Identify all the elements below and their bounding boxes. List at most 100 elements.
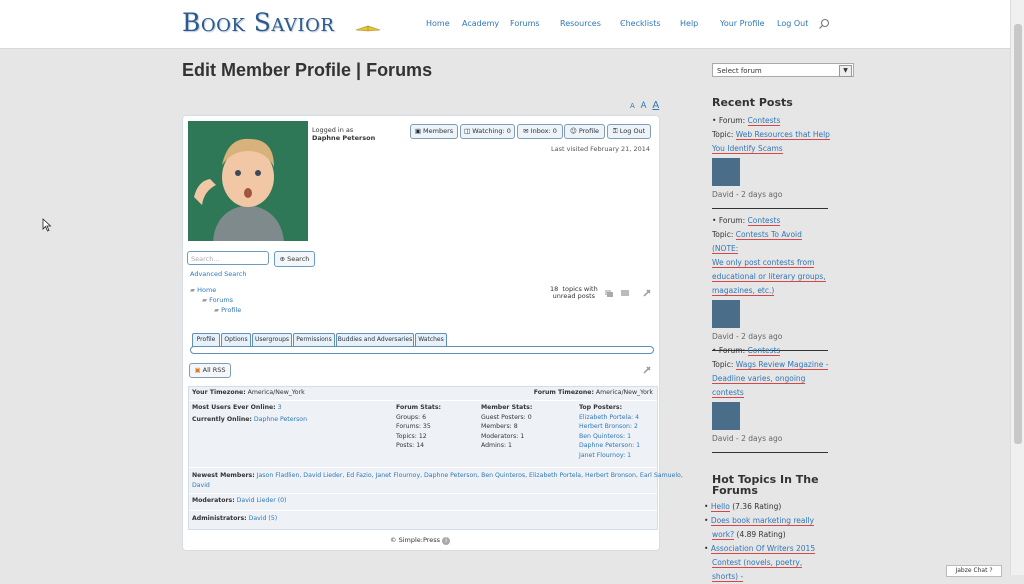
post-topic-link[interactable]: We only post contests from (712, 258, 815, 268)
info-icon[interactable]: i (442, 537, 451, 545)
logout-button[interactable]: ⚿ Log Out (607, 124, 651, 139)
scrollbar-thumb[interactable] (1014, 24, 1022, 444)
post-meta: David - 2 days ago (712, 190, 783, 199)
divider (712, 452, 828, 453)
members-icon: ▣ (414, 127, 424, 135)
tab-profile[interactable]: Profile (192, 333, 220, 347)
post-meta: David - 2 days ago (712, 332, 783, 341)
key-icon: ⚿ (612, 127, 620, 135)
advanced-search-link[interactable]: Advanced Search (190, 270, 247, 278)
divider (189, 493, 657, 494)
profile-icon: ☺ (569, 127, 579, 135)
envelope-icon: ✉ (523, 127, 531, 135)
forum-timezone: Forum Timezone: America/New_York (533, 389, 653, 396)
inbox-button[interactable]: ✉ Inbox: 0 (517, 124, 563, 139)
hot-topics-list: • Hello (7.36 Rating) • Does book market… (704, 502, 816, 582)
recent-post: • Forum: Contests Topic: Web Resources t… (712, 114, 830, 209)
hot-topic-link[interactable]: Association Of Writers 2015 (710, 544, 816, 554)
search-icon: ⊕ (279, 255, 288, 263)
profile-button[interactable]: ☺ Profile (564, 124, 605, 139)
new-posts-icon[interactable] (620, 288, 630, 298)
chevron-down-icon: ▼ (839, 65, 852, 77)
avatar (712, 402, 740, 430)
top-posters-block: Top Posters: Elizabeth Portela: 4 Herber… (579, 404, 641, 459)
watching-button[interactable]: ◫ Watching: 0 (460, 124, 515, 139)
all-rss-button[interactable]: ▣ All RSS (189, 363, 231, 378)
font-medium-button[interactable]: A (641, 101, 647, 111)
unread-topics[interactable]: 18 topics with unread posts (550, 286, 598, 300)
post-forum-link[interactable]: Contests (747, 116, 781, 126)
mouse-cursor-icon (42, 218, 52, 232)
hot-topic-link[interactable]: Does book marketing really (710, 516, 815, 526)
tab-options[interactable]: Options (221, 333, 251, 347)
chevron-down-icon: ⌄ (510, 19, 516, 26)
forum-panel: Logged in as Daphne Peterson ▣ Members ◫… (182, 115, 683, 551)
newest-members: Newest Members: Jason Fladlien, David Li… (192, 472, 683, 489)
members-button[interactable]: ▣ Members (410, 124, 458, 139)
chat-widget-button[interactable]: Jabze Chat ? (946, 565, 1002, 577)
page-title: Edit Member Profile | Forums (182, 60, 433, 80)
chevron-down-icon: ⌄ (560, 19, 566, 26)
pin-icon[interactable] (642, 288, 652, 298)
recent-post: • Forum: Contests Topic: Wags Review Mag… (712, 344, 830, 453)
hot-topic-link[interactable]: Hello (710, 502, 730, 512)
search-icon[interactable] (818, 18, 830, 30)
forum-stats-block: Forum Stats: Groups: 6 Forums: 35 Topics… (396, 404, 441, 450)
divider (712, 208, 828, 209)
post-topic-link[interactable]: Deadline varies, ongoing (712, 374, 806, 384)
forum-footer: © Simple:Press i (390, 536, 451, 545)
font-small-button[interactable]: A (630, 102, 635, 110)
your-timezone: Your Timezone: America/New_York (192, 389, 305, 396)
forum-stats: Your Timezone: America/New_York Forum Ti… (188, 386, 683, 530)
tab-permissions[interactable]: Permissions (293, 333, 335, 347)
last-visited: Last visited February 21, 2014 (550, 145, 650, 153)
login-info: Logged in as Daphne Peterson (312, 126, 376, 142)
post-meta: David - 2 days ago (712, 434, 783, 443)
breadcrumb-forums[interactable]: ▰ Forums (202, 296, 233, 304)
divider (189, 510, 657, 511)
font-large-button[interactable]: A (652, 100, 659, 111)
scroll-up-icon[interactable] (642, 365, 652, 375)
tab-content (190, 346, 654, 354)
chevron-down-icon: ⌄ (680, 19, 686, 26)
hot-topics-heading: Hot Topics In The Forums (712, 473, 819, 497)
tab-usergroups[interactable]: Usergroups (252, 333, 292, 347)
tab-watches[interactable]: Watches (415, 333, 447, 347)
site-logo[interactable]: Book Savior (182, 8, 334, 37)
tab-buddies[interactable]: Buddies and Adversaries (336, 333, 414, 347)
avatar (712, 158, 740, 186)
divider (189, 400, 657, 401)
post-forum-link[interactable]: Contests (747, 346, 781, 356)
post-topic-link[interactable]: You Identify Scams (712, 144, 783, 154)
moderators: Moderators: David Lieder (0) (192, 497, 287, 504)
font-size-controls: A A A (630, 100, 659, 111)
recent-posts-heading: Recent Posts (712, 96, 793, 109)
administrators: Administrators: David (5) (192, 515, 278, 522)
avatar (712, 300, 740, 328)
rss-icon: ▣ (194, 366, 203, 374)
divider (189, 467, 657, 468)
book-logo-icon (355, 25, 381, 32)
currently-online: Currently Online: Daphne Peterson (192, 416, 308, 423)
post-forum-link[interactable]: Contests (747, 216, 781, 226)
current-user-name: Daphne Peterson (312, 134, 376, 142)
avatar (188, 121, 308, 241)
breadcrumb-profile[interactable]: ▰ Profile (214, 306, 241, 314)
post-topic-link[interactable]: Web Resources that Help (735, 130, 830, 140)
hot-topic-link[interactable]: Contest (novels, poetry, shorts) - (712, 558, 803, 582)
page-scrollbar[interactable] (1010, 0, 1024, 575)
recent-post: • Forum: Contests Topic: Contests To Avo… (712, 214, 830, 351)
post-topic-link[interactable]: contests (712, 388, 744, 398)
select-forum-dropdown[interactable]: Select forum ▼ (712, 63, 854, 77)
hot-topic-link[interactable]: work? (712, 530, 735, 540)
post-topic-link[interactable]: educational or literary groups, (712, 272, 826, 282)
chevron-down-icon: ⌄ (620, 19, 626, 26)
breadcrumb-home[interactable]: ▰ Home (190, 286, 216, 294)
forum-search-button[interactable]: ⊕ Search (274, 251, 315, 267)
forum-search-input[interactable]: Search... (187, 251, 269, 265)
post-topic-link[interactable]: Wags Review Magazine - (735, 360, 829, 370)
mark-read-icon[interactable] (604, 288, 614, 298)
post-topic-link[interactable]: magazines, etc.) (712, 286, 775, 296)
member-stats-block: Member Stats: Guest Posters: 0 Members: … (481, 404, 533, 450)
most-users: Most Users Ever Online: 3 (192, 404, 282, 411)
